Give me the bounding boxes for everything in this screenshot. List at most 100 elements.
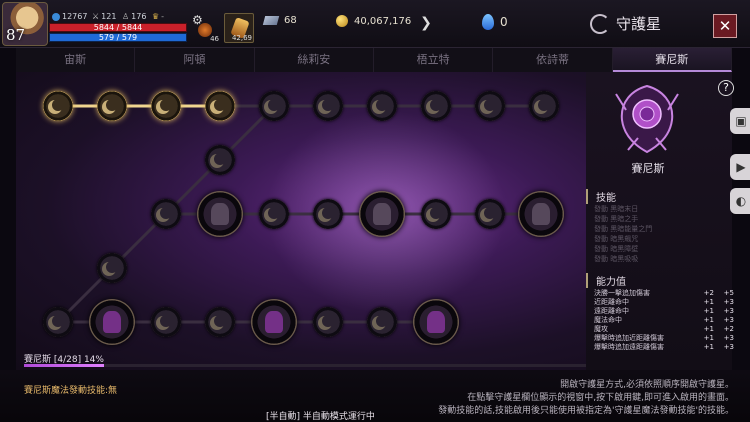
- tab-wulite[interactable]: 梧立特: [374, 48, 494, 72]
- ability-row: 決勝一擊追加傷害 +2 +5: [594, 289, 734, 297]
- star-node[interactable]: [313, 199, 343, 229]
- ability-row: 魔攻 +1 +2: [594, 325, 734, 333]
- page-title: 守護星: [590, 13, 661, 34]
- side-toolbar: ▣ ▶ ◐: [730, 100, 750, 218]
- magic-skill-status: 賽尼斯魔法發動技能:無: [24, 386, 118, 396]
- star-node[interactable]: [205, 145, 235, 175]
- star-node[interactable]: [97, 91, 127, 121]
- guardian-star-icon: [590, 13, 610, 34]
- star-node[interactable]: [367, 91, 397, 121]
- auto-mode-status: [半自動] 半自動模式運行中: [266, 412, 375, 422]
- dark-skill-icon: [265, 311, 283, 333]
- stat-a: 12767: [52, 12, 87, 21]
- moon-icon: [430, 207, 442, 219]
- potion-slot-1[interactable]: 46: [192, 13, 220, 43]
- moon-icon: [214, 315, 226, 327]
- play-icon: ▶: [736, 160, 746, 174]
- dark-skill-icon: [532, 203, 550, 225]
- chevron-right-icon[interactable]: ❯: [417, 12, 435, 34]
- star-node[interactable]: [259, 199, 289, 229]
- skill-item: 發動 黑暗之手: [594, 215, 639, 223]
- bag-icon: ▣: [735, 114, 747, 128]
- moon-icon: [214, 153, 226, 165]
- star-node[interactable]: [43, 91, 73, 121]
- star-node[interactable]: [151, 199, 181, 229]
- star-node[interactable]: [421, 91, 451, 121]
- star-node[interactable]: [475, 199, 505, 229]
- tab-yishidi[interactable]: 依詩蒂: [493, 48, 613, 72]
- star-node[interactable]: [205, 91, 235, 121]
- star-node[interactable]: [151, 307, 181, 337]
- ability-row: 近距離命中 +1 +3: [594, 298, 734, 306]
- star-node[interactable]: [97, 253, 127, 283]
- constellation-info-panel: ? 賽尼斯 技能 發動 黑暗末日 發動 黑暗之手 發動 黑暗能量之門 發動 暗黑…: [586, 72, 734, 370]
- moon-icon: [52, 99, 64, 111]
- progress-bar: [24, 364, 594, 367]
- constellation-tabs: 宙斯 阿頓 絲莉安 梧立特 依詩蒂 賽尼斯: [16, 48, 732, 72]
- star-node[interactable]: [529, 91, 559, 121]
- moon-icon: [322, 207, 334, 219]
- moon-icon: [268, 99, 280, 111]
- moon-icon: [538, 99, 550, 111]
- skill-node[interactable]: [251, 299, 297, 345]
- dark-skill-icon: [427, 311, 445, 333]
- star-node[interactable]: [43, 307, 73, 337]
- moon-icon: [322, 99, 334, 111]
- stat-c: ♙ 176: [122, 12, 147, 21]
- skills-list: 發動 黑暗末日 發動 黑暗之手 發動 黑暗能量之門 發動 暗黑飆咒 發動 暗黑障…: [594, 204, 652, 264]
- star-node[interactable]: [259, 91, 289, 121]
- gold-counter: 40,067,176: [336, 15, 411, 27]
- moon-icon: [484, 99, 496, 111]
- tab-zeus[interactable]: 宙斯: [16, 48, 136, 72]
- star-node[interactable]: [151, 91, 181, 121]
- moon-icon: [214, 99, 226, 111]
- star-node[interactable]: [367, 307, 397, 337]
- skill-node[interactable]: [413, 299, 459, 345]
- star-node[interactable]: [313, 307, 343, 337]
- constellation-board: [16, 72, 586, 370]
- ability-row: 魔法命中 +1 +3: [594, 316, 734, 324]
- star-node[interactable]: [313, 91, 343, 121]
- help-button[interactable]: ?: [718, 80, 734, 96]
- dark-skill-icon: [211, 203, 229, 225]
- tab-silian[interactable]: 絲莉安: [255, 48, 374, 72]
- moon-icon: [160, 207, 172, 219]
- constellation-name: 賽尼斯: [631, 162, 665, 175]
- skill-item: 發動 暗黑飆咒: [594, 235, 639, 243]
- bag-button[interactable]: ▣: [730, 108, 750, 134]
- moon-icon: [106, 99, 118, 111]
- moon-icon: [376, 315, 388, 327]
- close-button[interactable]: ✕: [713, 14, 737, 38]
- abilities-heading: 能力值: [586, 273, 626, 288]
- crystal-counter: 0: [482, 14, 508, 30]
- tab-sainisi[interactable]: 賽尼斯: [612, 48, 732, 72]
- stat-b: ⚔ 121: [92, 12, 117, 21]
- dark-skill-icon: [103, 311, 121, 333]
- potion-slot-2[interactable]: 42,69: [224, 13, 254, 43]
- swirl-button[interactable]: ◐: [730, 188, 750, 214]
- play-button[interactable]: ▶: [730, 154, 750, 180]
- skills-heading: 技能: [586, 189, 616, 204]
- shield-icon: [52, 12, 60, 21]
- progress-fill: [24, 364, 104, 367]
- skill-node[interactable]: [359, 191, 405, 237]
- ability-row: 爆擊時追加近距離傷害 +1 +3: [594, 334, 734, 342]
- moon-icon: [106, 261, 118, 273]
- mp-bar: 579 / 579: [49, 33, 187, 42]
- top-bar: 87 12767 ⚔ 121 ♙ 176 ♛ - 5844 / 5844 579…: [0, 0, 750, 48]
- skill-node[interactable]: [89, 299, 135, 345]
- ability-row: 遠距離命中 +1 +3: [594, 307, 734, 315]
- skill-item: 發動 黑暗能量之門: [594, 225, 653, 233]
- skill-node[interactable]: [197, 191, 243, 237]
- star-node[interactable]: [475, 91, 505, 121]
- tab-aton[interactable]: 阿頓: [135, 48, 255, 72]
- person-icon: ♙: [122, 12, 130, 21]
- trophy-stat: ♛ -: [152, 12, 165, 21]
- moon-icon: [376, 99, 388, 111]
- gem-icon: [262, 16, 280, 25]
- player-level: 87: [6, 26, 26, 44]
- star-node[interactable]: [421, 199, 451, 229]
- star-node[interactable]: [205, 307, 235, 337]
- skill-node[interactable]: [518, 191, 564, 237]
- dark-skill-icon: [373, 203, 391, 225]
